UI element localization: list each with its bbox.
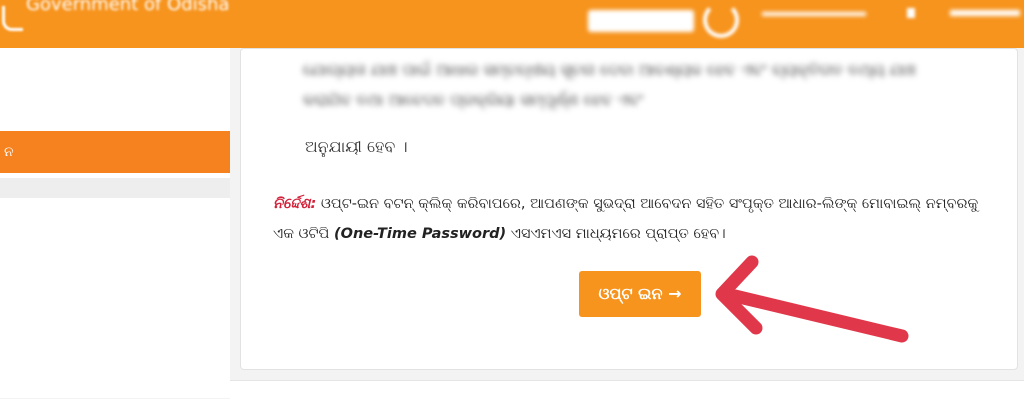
header-link[interactable]	[762, 12, 866, 16]
header-user-menu[interactable]	[950, 10, 1020, 16]
instruction-text-part2: ଏସଏମଏସ ମାଧ୍ୟମରେ ପ୍ରାପ୍ତ ହେବ।	[506, 226, 726, 242]
main-card: ଯୋଗ୍ୟତା ଯାଞ୍ଚ ପାଇଁ ଆଧାର ସମ୍ବନ୍ଧୀୟ ସୂଚନା …	[240, 48, 1018, 370]
instruction-otp-term: (One-Time Password)	[334, 226, 507, 242]
sidebar: ନ	[0, 48, 230, 398]
loading-ring-icon	[703, 2, 739, 38]
bottom-card	[230, 380, 1024, 399]
blurred-paragraph: ଯୋଗ୍ୟତା ଯାଞ୍ଚ ପାଇଁ ଆଧାର ସମ୍ବନ୍ଧୀୟ ସୂଚନା …	[303, 60, 916, 109]
government-emblem-icon	[2, 6, 23, 31]
sidebar-item-label: ନ	[4, 144, 14, 160]
header-search-box[interactable]	[588, 10, 694, 32]
opt-in-button[interactable]: ଓପ୍ଟ ଇନ →	[579, 271, 701, 317]
paragraph-fragment: ଅନୁଯାୟୀ ହେବ ।	[305, 137, 408, 156]
header-dot-icon	[907, 8, 915, 18]
instruction-note: ନିର୍ଦ୍ଦେଶ: ଓପ୍ଟ-ଇନ ବଟନ୍ କ୍ଲିକ୍ କରିବାପରେ,…	[273, 189, 993, 249]
header-title: Government of Odisha	[26, 0, 230, 15]
sidebar-divider	[0, 178, 230, 198]
note-label: ନିର୍ଦ୍ଦେଶ:	[273, 196, 317, 212]
top-header: Government of Odisha	[0, 0, 1024, 48]
sidebar-item-active[interactable]: ନ	[0, 131, 230, 173]
